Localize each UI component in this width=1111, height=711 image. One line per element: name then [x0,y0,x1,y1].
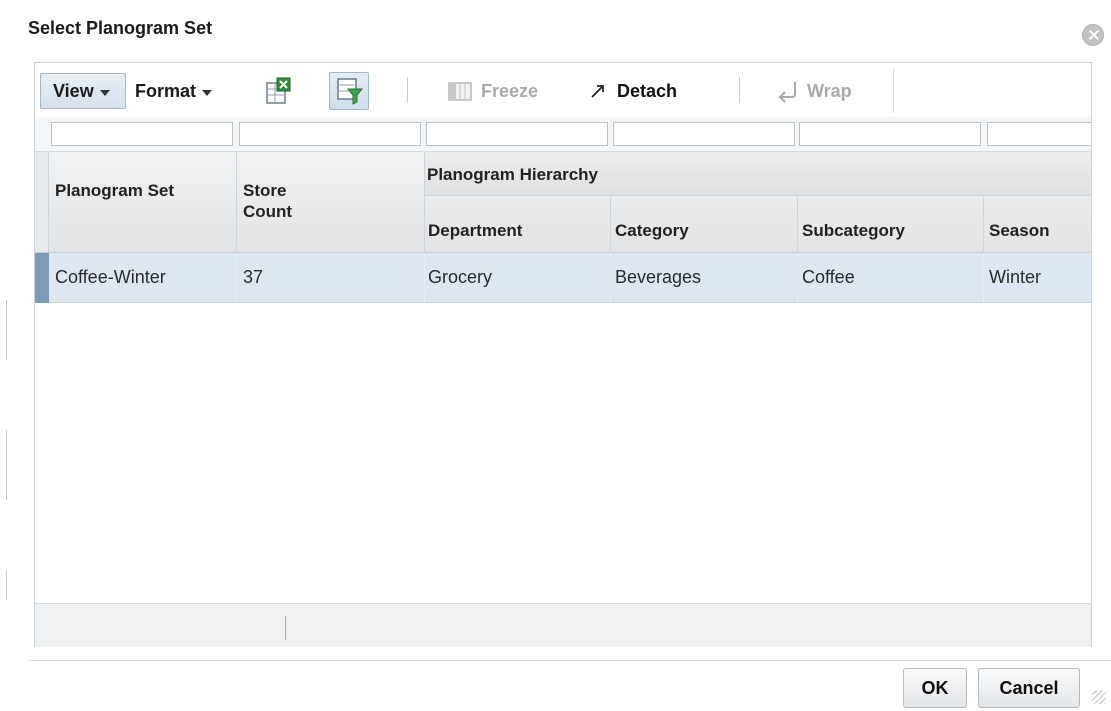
wrap-button[interactable]: Wrap [775,73,852,109]
header-divider [797,196,798,252]
cancel-button[interactable]: Cancel [978,668,1080,708]
header-divider [610,196,611,252]
table-panel: View Format Freeze Detach Wrap Planogram… [34,62,1092,647]
format-menu-label: Format [135,80,197,101]
filter-store-count-input[interactable] [239,122,421,146]
cell-divider [983,253,984,303]
cell-divider [797,253,798,303]
format-menu-button[interactable]: Format [135,73,235,109]
column-header-subcategory[interactable]: Subcategory [802,220,905,241]
table-toolbar: View Format Freeze Detach Wrap [35,63,1091,117]
filter-subcategory-input[interactable] [799,122,981,146]
select-planogram-set-dialog: Select Planogram Set View Format Freeze … [0,0,1111,711]
cell-department: Grocery [428,267,493,287]
detach-label: Detach [617,80,678,101]
status-divider [285,616,286,640]
cell-store-count: 37 [243,267,264,287]
background-edge-mark [6,430,7,500]
toolbar-separator [739,77,740,103]
dialog-title: Select Planogram Set [28,18,213,38]
background-edge-mark [6,570,7,600]
export-to-excel-button[interactable] [263,75,295,107]
background-edge-mark [6,300,7,360]
row-header-column [35,152,49,252]
row-selector[interactable] [35,253,49,303]
cell-divider [610,253,611,303]
dialog-title-bar: Select Planogram Set [0,0,1111,52]
cell-divider [424,253,425,303]
group-header-label: Planogram Hierarchy [427,165,599,184]
cell-season: Winter [989,267,1042,287]
header-divider [983,196,984,252]
freeze-icon [448,82,472,101]
toolbar-end-divider [893,69,894,113]
query-by-example-icon [337,78,364,105]
column-header-department[interactable]: Department [428,220,522,241]
header-divider [236,152,237,252]
freeze-button[interactable]: Freeze [447,73,538,109]
table-status-bar [35,603,1091,647]
table-row[interactable]: Coffee-Winter 37 Grocery Beverages Coffe… [35,253,1091,303]
chevron-down-icon [99,90,110,96]
footer-divider [28,660,1111,661]
query-by-example-button[interactable] [329,72,369,110]
filter-category-input[interactable] [613,122,795,146]
column-header-season[interactable]: Season [989,220,1049,241]
resize-grip-icon[interactable] [1092,690,1106,704]
export-to-excel-icon [266,77,291,104]
toolbar-separator [407,77,408,103]
chevron-down-icon [202,90,213,96]
detach-button[interactable]: Detach [587,73,677,109]
filter-department-input[interactable] [426,122,608,146]
header-divider [424,152,425,252]
cell-subcategory: Coffee [802,267,855,287]
filter-season-input[interactable] [987,122,1091,146]
filter-row [35,117,1091,151]
cell-category: Beverages [615,267,702,287]
cell-planogram-set: Coffee-Winter [55,267,166,287]
close-icon[interactable] [1082,24,1104,46]
freeze-label: Freeze [481,80,539,101]
view-menu-button[interactable]: View [40,73,126,109]
planogram-hierarchy-group-header: Planogram Hierarchy [425,152,1091,196]
detach-icon [591,85,604,98]
column-header-planogram-set[interactable]: Planogram Set [55,180,205,201]
wrap-icon [778,82,796,103]
column-header-category[interactable]: Category [615,220,689,241]
view-menu-label: View [53,80,94,101]
filter-planogram-set-input[interactable] [51,122,233,146]
ok-button[interactable]: OK [903,668,967,708]
planogram-set-table: Planogram Hierarchy Planogram Set Store … [35,117,1091,595]
table-header: Planogram Hierarchy Planogram Set Store … [35,151,1091,253]
wrap-label: Wrap [807,80,852,101]
cell-divider [236,253,237,303]
column-header-store-count[interactable]: Store Count [243,180,333,222]
